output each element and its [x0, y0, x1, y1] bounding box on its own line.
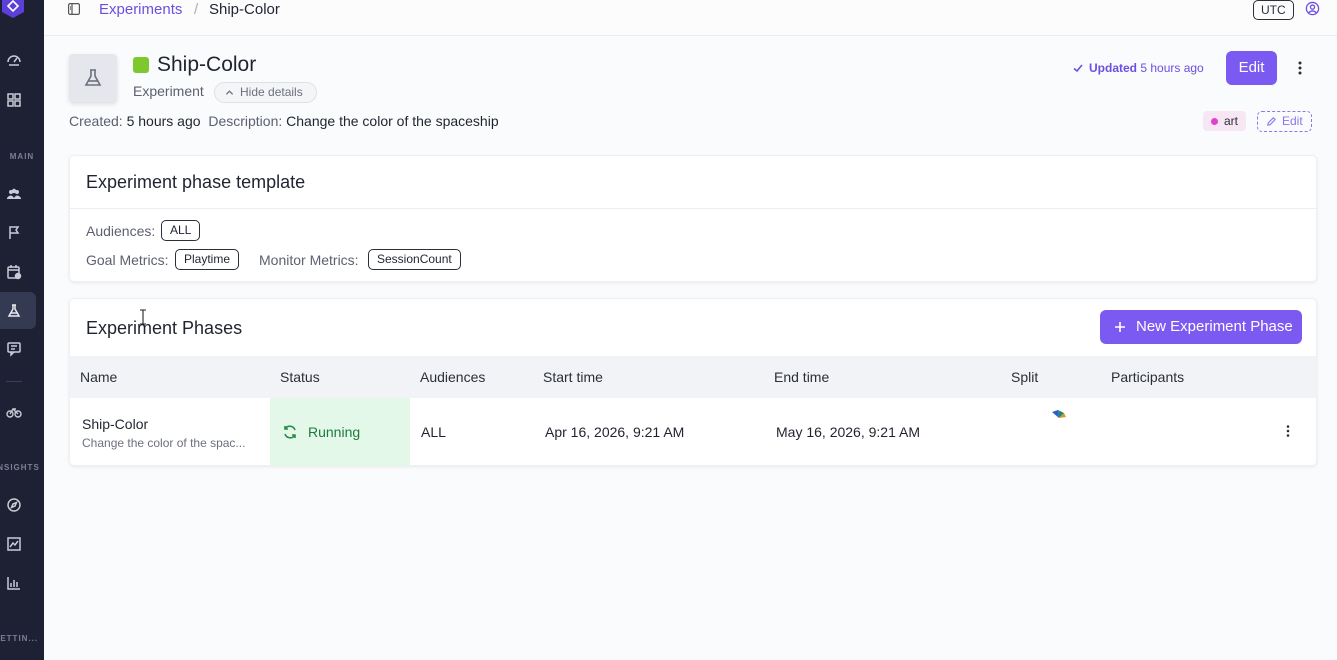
goal-metric-chip: Playtime — [175, 249, 240, 270]
dashboard-icon[interactable] — [6, 53, 22, 69]
column-header-audiences[interactable]: Audiences — [420, 369, 485, 385]
column-header-split[interactable]: Split — [1011, 369, 1038, 385]
sidebar-toggle-icon[interactable] — [68, 3, 80, 15]
sidebar-divider — [6, 381, 22, 382]
edit-tags-label: Edit — [1282, 114, 1303, 128]
goal-metrics-label: Goal Metrics: — [86, 252, 169, 268]
audience-chip: ALL — [161, 220, 201, 241]
flag-icon[interactable] — [6, 225, 22, 241]
updated-status: Updated 5 hours ago — [1072, 61, 1204, 75]
experiment-meta: Created: 5 hours ago Description: Change… — [69, 113, 499, 129]
bike-icon[interactable] — [6, 404, 22, 420]
sidebar-section-settings: SETTIN... — [0, 634, 39, 643]
hide-details-label: Hide details — [240, 85, 303, 99]
flask-icon — [84, 69, 102, 86]
updated-label: Updated — [1089, 61, 1137, 75]
description-value: Change the color of the spaceship — [286, 113, 499, 129]
chevron-up-icon — [225, 90, 234, 95]
column-header-status[interactable]: Status — [280, 369, 320, 385]
tag-art: art — [1203, 111, 1247, 131]
created-label: Created: — [69, 113, 123, 129]
row-more-options-icon[interactable] — [1280, 423, 1296, 439]
phase-template-card: Experiment phase template Audiences: ALL… — [69, 155, 1317, 282]
phase-audiences: ALL — [421, 424, 446, 440]
timezone-button[interactable]: UTC — [1253, 0, 1294, 20]
grid-icon[interactable] — [6, 92, 22, 108]
sidebar: MAIN INSIGHTS SETTIN... — [0, 0, 44, 660]
column-header-start-time[interactable]: Start time — [543, 369, 603, 385]
monitor-metric-chip: SessionCount — [368, 249, 461, 270]
entity-type-label: Experiment — [133, 83, 204, 99]
check-icon — [1073, 64, 1083, 73]
phase-end-time: May 16, 2026, 9:21 AM — [776, 424, 920, 440]
calendar-icon[interactable] — [6, 264, 22, 280]
experiment-avatar — [69, 54, 117, 102]
updated-value: 5 hours ago — [1140, 61, 1204, 75]
text-cursor-icon — [140, 309, 146, 325]
table-row[interactable]: Ship-Color Change the color of the spac.… — [70, 398, 1316, 466]
sidebar-section-insights: INSIGHTS — [0, 463, 40, 472]
phase-description: Change the color of the spac... — [82, 436, 246, 450]
status-badge: Running — [270, 398, 410, 466]
table-header: Name Status Audiences Start time End tim… — [70, 356, 1316, 398]
flask-icon[interactable] — [6, 303, 22, 319]
experiment-color-swatch — [133, 57, 149, 73]
more-options-icon[interactable] — [1290, 58, 1310, 78]
edit-button[interactable]: Edit — [1226, 51, 1277, 85]
app-logo-icon[interactable] — [2, 0, 24, 18]
user-account-icon[interactable] — [1305, 1, 1320, 16]
column-header-name[interactable]: Name — [80, 369, 117, 385]
phase-start-time: Apr 16, 2026, 9:21 AM — [545, 424, 685, 440]
tag-color-dot — [1211, 117, 1218, 125]
phases-title: Experiment Phases — [86, 318, 243, 338]
trend-icon[interactable] — [6, 536, 22, 552]
description-label: Description: — [208, 113, 283, 129]
split-chart-icon — [1052, 410, 1066, 418]
sidebar-section-main: MAIN — [9, 152, 35, 161]
column-header-end-time[interactable]: End time — [774, 369, 829, 385]
status-label: Running — [308, 424, 361, 440]
phase-name[interactable]: Ship-Color — [82, 416, 148, 432]
compass-icon[interactable] — [6, 497, 22, 513]
users-icon[interactable] — [6, 186, 22, 202]
hide-details-button[interactable]: Hide details — [214, 82, 317, 103]
plus-icon — [1115, 322, 1125, 332]
phase-template-title: Experiment phase template — [86, 172, 306, 192]
edit-tags-button[interactable]: Edit — [1257, 111, 1312, 132]
page-title: Ship-Color — [157, 53, 257, 76]
refresh-icon — [284, 425, 296, 439]
tag-label: art — [1224, 114, 1239, 128]
phases-card: Experiment Phases New Experiment Phase N… — [69, 298, 1317, 466]
new-phase-label: New Experiment Phase — [1136, 318, 1293, 335]
card-divider — [70, 208, 1316, 209]
audiences-label: Audiences: — [86, 223, 156, 239]
new-experiment-phase-button[interactable]: New Experiment Phase — [1100, 310, 1302, 344]
breadcrumb-current: Ship-Color — [209, 1, 280, 18]
breadcrumb-experiments-link[interactable]: Experiments — [99, 1, 182, 18]
pencil-icon — [1267, 117, 1276, 126]
created-value: 5 hours ago — [126, 113, 201, 129]
chat-icon[interactable] — [6, 341, 22, 357]
column-header-participants[interactable]: Participants — [1111, 369, 1184, 385]
top-bar: Experiments / Ship-Color UTC — [44, 0, 1337, 36]
breadcrumb-separator: / — [194, 1, 199, 18]
bar-chart-icon[interactable] — [6, 575, 22, 591]
monitor-metrics-label: Monitor Metrics: — [259, 252, 359, 268]
